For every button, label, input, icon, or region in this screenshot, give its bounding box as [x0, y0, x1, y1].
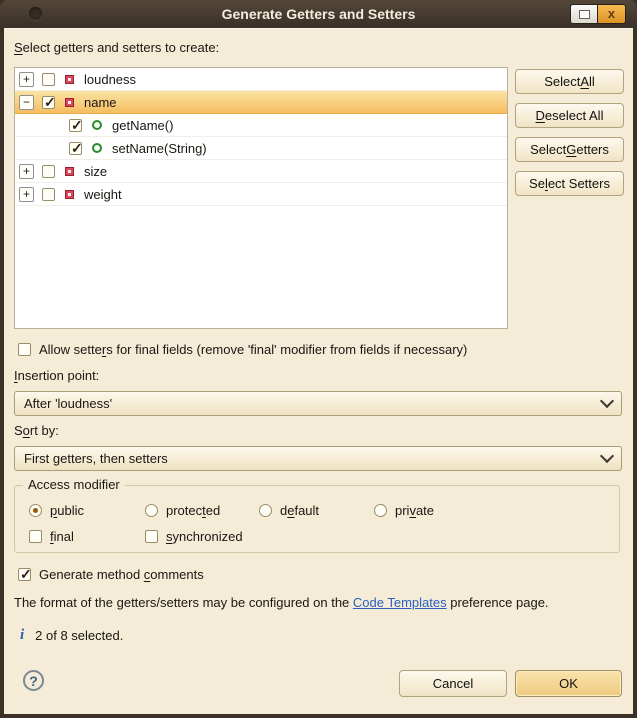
window-menu-icon[interactable]: [29, 7, 42, 20]
tree-row-label: setName(String): [112, 141, 207, 156]
protected-radio[interactable]: [145, 504, 158, 517]
collapse-icon[interactable]: −: [19, 95, 34, 110]
deselect-all-button[interactable]: Deselect All: [515, 103, 624, 128]
method-icon: [92, 143, 102, 153]
field-icon: [65, 190, 74, 199]
allow-setters-label: Allow setters for final fields (remove '…: [39, 342, 467, 357]
default-label: default: [280, 503, 319, 518]
generate-comments-checkbox[interactable]: [18, 568, 31, 581]
radio-private-row: private: [374, 503, 434, 518]
chevron-down-icon: [600, 449, 614, 463]
name-checkbox[interactable]: [42, 96, 55, 109]
field-icon: [65, 98, 74, 107]
weight-checkbox[interactable]: [42, 188, 55, 201]
final-checkbox[interactable]: [29, 530, 42, 543]
protected-label: protected: [166, 503, 220, 518]
tree-row-getname[interactable]: getName(): [15, 114, 507, 137]
sort-by-select[interactable]: First getters, then setters: [14, 446, 622, 471]
field-icon: [65, 167, 74, 176]
access-modifier-group: Access modifier public protected default…: [14, 485, 620, 553]
select-getters-button[interactable]: Select Getters: [515, 137, 624, 162]
select-all-button[interactable]: Select All: [515, 69, 624, 94]
maximize-button[interactable]: [570, 4, 598, 24]
sort-by-value: First getters, then setters: [24, 451, 602, 466]
synchronized-label: synchronized: [166, 529, 243, 544]
maximize-icon: [579, 10, 590, 19]
selection-status: i 2 of 8 selected.: [20, 627, 123, 644]
radio-protected-row: protected: [145, 503, 220, 518]
private-radio[interactable]: [374, 504, 387, 517]
allow-setters-row: Allow setters for final fields (remove '…: [18, 342, 467, 357]
selection-status-text: 2 of 8 selected.: [35, 628, 123, 643]
getters-setters-tree: + loudness − name getName() setName(Stri…: [14, 67, 508, 329]
synchronized-checkbox[interactable]: [145, 530, 158, 543]
tree-row-label: loudness: [84, 72, 136, 87]
insertion-point-select[interactable]: After 'loudness': [14, 391, 622, 416]
size-checkbox[interactable]: [42, 165, 55, 178]
final-label: final: [50, 529, 74, 544]
default-radio[interactable]: [259, 504, 272, 517]
close-button[interactable]: x: [598, 4, 626, 24]
info-icon: i: [20, 627, 24, 644]
public-radio[interactable]: [29, 504, 42, 517]
radio-public-row: public: [29, 503, 84, 518]
access-modifier-legend: Access modifier: [23, 477, 125, 492]
code-templates-link[interactable]: Code Templates: [353, 595, 447, 610]
generate-comments-row: Generate method comments: [18, 567, 204, 582]
generate-comments-label: Generate method comments: [39, 567, 204, 582]
dialog-content: Select getters and setters to create: + …: [4, 28, 633, 714]
generate-getters-setters-dialog: Generate Getters and Setters x Select ge…: [0, 0, 637, 718]
help-icon: ?: [29, 673, 38, 689]
getname-checkbox[interactable]: [69, 119, 82, 132]
radio-default-row: default: [259, 503, 319, 518]
allow-setters-checkbox[interactable]: [18, 343, 31, 356]
window-title: Generate Getters and Setters: [0, 0, 637, 28]
select-setters-button[interactable]: Select Setters: [515, 171, 624, 196]
private-label: private: [395, 503, 434, 518]
expand-icon[interactable]: +: [19, 187, 34, 202]
tree-row-label: name: [84, 95, 117, 110]
tree-row-setname[interactable]: setName(String): [15, 137, 507, 160]
tree-row-label: getName(): [112, 118, 173, 133]
tree-section-label: Select getters and setters to create:: [14, 40, 219, 55]
setname-checkbox[interactable]: [69, 142, 82, 155]
field-icon: [65, 75, 74, 84]
tree-row-name[interactable]: − name: [15, 91, 507, 114]
insertion-point-value: After 'loudness': [24, 396, 602, 411]
sort-by-label: Sort by:: [14, 423, 59, 438]
titlebar[interactable]: Generate Getters and Setters x: [0, 0, 637, 28]
public-label: public: [50, 503, 84, 518]
loudness-checkbox[interactable]: [42, 73, 55, 86]
method-icon: [92, 120, 102, 130]
cancel-button[interactable]: Cancel: [399, 670, 507, 697]
insertion-point-label: Insertion point:: [14, 368, 99, 383]
expand-icon[interactable]: +: [19, 164, 34, 179]
chevron-down-icon: [600, 394, 614, 408]
ok-button[interactable]: OK: [515, 670, 622, 697]
expand-icon[interactable]: +: [19, 72, 34, 87]
synchronized-row: synchronized: [145, 529, 243, 544]
code-templates-note: The format of the getters/setters may be…: [14, 595, 549, 610]
tree-row-label: weight: [84, 187, 122, 202]
tree-row-weight[interactable]: + weight: [15, 183, 507, 206]
tree-row-label: size: [84, 164, 107, 179]
close-icon: x: [608, 6, 615, 21]
help-button[interactable]: ?: [23, 670, 44, 691]
tree-row-loudness[interactable]: + loudness: [15, 68, 507, 91]
final-row: final: [29, 529, 74, 544]
tree-row-size[interactable]: + size: [15, 160, 507, 183]
